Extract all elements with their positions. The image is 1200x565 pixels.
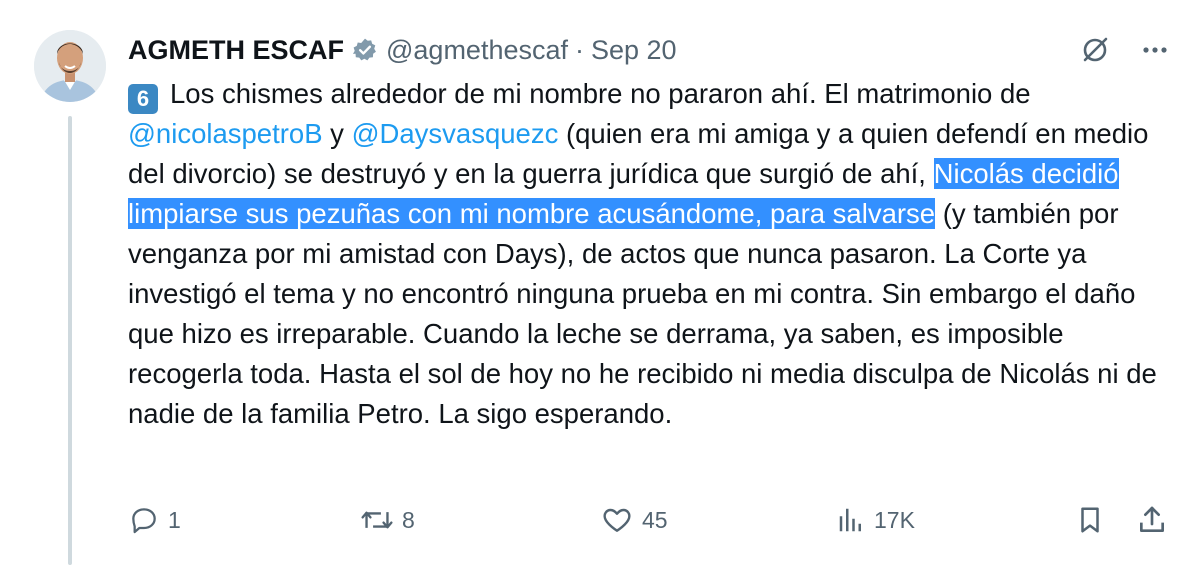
author-handle[interactable]: @agmethescaf [386, 35, 568, 66]
tweet-text-segment: y [322, 118, 352, 149]
views-button[interactable]: 17K [836, 500, 915, 540]
like-button[interactable]: 45 [600, 500, 668, 540]
views-count: 17K [874, 506, 915, 533]
bookmark-icon [1075, 504, 1105, 536]
mention-link[interactable]: @nicolaspetroB [128, 118, 323, 149]
more-icon[interactable] [1140, 35, 1170, 65]
tweet-actions: 1 8 45 17K [128, 500, 1173, 540]
heart-icon [600, 504, 634, 536]
reply-button[interactable]: 1 [128, 500, 181, 540]
retweet-button[interactable]: 8 [360, 500, 415, 540]
tweet-text-segment: Los chismes alrededor de mi nombre no pa… [170, 78, 1031, 109]
tweet-header: AGMETH ESCAF @agmethescaf · Sep 20 [128, 30, 677, 70]
tweet-text-segment: (y también por venganza por mi amistad c… [128, 198, 1157, 429]
avatar-image [34, 30, 106, 102]
mention-link[interactable]: @Daysvasquezc [352, 118, 559, 149]
reply-icon [128, 504, 160, 536]
tweet-date[interactable]: Sep 20 [591, 35, 677, 66]
thread-line [68, 116, 72, 565]
tweet-text: 6 Los chismes alrededor de mi nombre no p… [128, 74, 1173, 434]
header-actions [1080, 30, 1170, 70]
retweet-count: 8 [402, 506, 415, 533]
share-icon [1136, 504, 1168, 536]
author-name[interactable]: AGMETH ESCAF [128, 35, 344, 66]
share-button[interactable] [1136, 500, 1168, 540]
views-icon [836, 505, 866, 535]
avatar[interactable] [34, 30, 106, 102]
grok-icon[interactable] [1080, 35, 1110, 65]
retweet-icon [360, 504, 394, 536]
like-count: 45 [642, 506, 668, 533]
header-separator: · [575, 34, 584, 65]
bookmark-button[interactable] [1075, 500, 1105, 540]
verified-badge-icon [352, 37, 378, 63]
keycap-6-emoji: 6 [128, 84, 158, 114]
reply-count: 1 [168, 506, 181, 533]
